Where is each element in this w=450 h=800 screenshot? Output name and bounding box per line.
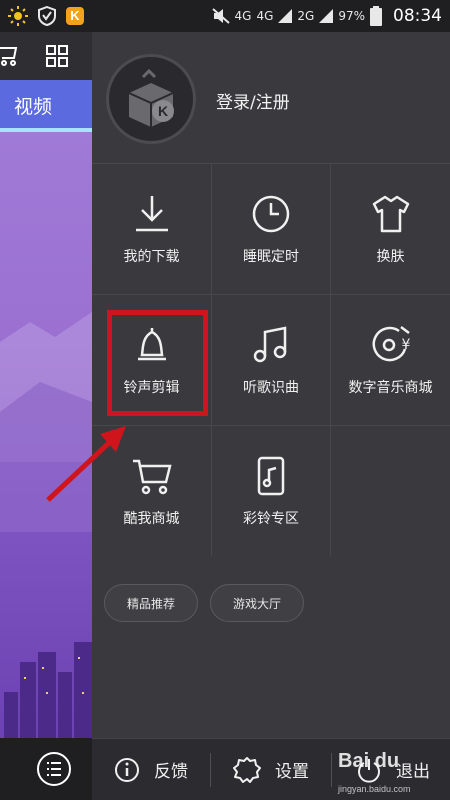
music-note-icon bbox=[253, 326, 287, 363]
baidu-watermark: Bai du jingyan.baidu.com bbox=[332, 746, 450, 800]
phone-music-icon bbox=[257, 456, 285, 496]
background-banner-art bbox=[0, 132, 92, 770]
kuwo-box-avatar-icon: K bbox=[128, 68, 174, 127]
grid-item-label: 数字音乐商城 bbox=[348, 380, 433, 396]
network-label-2: 4G bbox=[256, 9, 274, 23]
grid-item-my-downloads[interactable]: 我的下载 bbox=[92, 164, 212, 295]
grid-item-song-recognition[interactable]: 听歌识曲 bbox=[212, 295, 331, 426]
grid-empty-cell bbox=[331, 426, 450, 556]
sun-icon bbox=[8, 6, 28, 26]
background-app-pane: 视频 bbox=[0, 32, 92, 800]
grid-icon[interactable] bbox=[46, 45, 68, 67]
clock-time: 08:34 bbox=[393, 6, 442, 26]
watermark-brand: Bai du bbox=[338, 750, 400, 772]
cart-icon[interactable] bbox=[0, 44, 24, 68]
side-drawer: K 登录/注册 我的下载 睡眠定时 换肤 铃声剪辑 听歌识曲 ¥ 数字音乐商城 … bbox=[92, 32, 450, 800]
cart-icon bbox=[132, 459, 172, 495]
battery-percent: 97% bbox=[338, 9, 365, 23]
svg-text:K: K bbox=[158, 103, 168, 119]
list-menu-icon[interactable] bbox=[36, 751, 72, 787]
gear-icon bbox=[233, 756, 261, 783]
highlight-box bbox=[107, 310, 208, 416]
grid-item-digital-music-store[interactable]: ¥ 数字音乐商城 bbox=[331, 295, 450, 426]
grid-item-sleep-timer[interactable]: 睡眠定时 bbox=[212, 164, 331, 295]
clock-icon bbox=[252, 195, 290, 233]
network-label-1: 4G bbox=[234, 9, 252, 23]
background-bottom-bar bbox=[0, 738, 92, 800]
feedback-label: 反馈 bbox=[154, 762, 188, 782]
mute-icon bbox=[211, 8, 230, 24]
grid-item-label: 听歌识曲 bbox=[243, 380, 299, 396]
shirt-icon bbox=[372, 195, 409, 233]
grid-item-label: 酷我商城 bbox=[123, 511, 180, 527]
signal-icon bbox=[278, 9, 293, 23]
background-toolbar bbox=[0, 32, 92, 80]
tab-video[interactable]: 视频 bbox=[14, 92, 52, 119]
grid-item-label: 换肤 bbox=[376, 249, 405, 265]
feedback-button[interactable]: 反馈 bbox=[92, 739, 210, 800]
watermark-url: jingyan.baidu.com bbox=[338, 784, 411, 794]
profile-header: K 登录/注册 bbox=[92, 32, 450, 164]
chip-game-hall[interactable]: 游戏大厅 bbox=[210, 584, 305, 622]
svg-text:¥: ¥ bbox=[401, 337, 410, 353]
battery-icon bbox=[370, 6, 382, 26]
recommend-chips: 精品推荐 游戏大厅 bbox=[104, 584, 305, 622]
login-register-link[interactable]: 登录/注册 bbox=[216, 88, 290, 113]
grid-item-ringback-zone[interactable]: 彩铃专区 bbox=[212, 426, 331, 556]
background-tab-bar: 视频 bbox=[0, 80, 92, 132]
grid-item-label: 睡眠定时 bbox=[243, 249, 299, 265]
city-skyline-illustration bbox=[0, 312, 92, 770]
kuwo-app-icon: K bbox=[66, 7, 84, 25]
info-icon bbox=[115, 757, 139, 782]
grid-item-label: 彩铃专区 bbox=[243, 511, 299, 527]
music-store-icon: ¥ bbox=[372, 326, 410, 362]
shield-icon bbox=[38, 6, 56, 26]
grid-item-skin[interactable]: 换肤 bbox=[331, 164, 450, 295]
grid-item-kuwo-mall[interactable]: 酷我商城 bbox=[92, 426, 212, 556]
grid-item-label: 我的下载 bbox=[123, 249, 180, 265]
settings-button[interactable]: 设置 bbox=[211, 739, 331, 800]
signal-icon-2 bbox=[319, 9, 334, 23]
chip-featured[interactable]: 精品推荐 bbox=[104, 584, 199, 622]
download-icon bbox=[135, 196, 168, 232]
network-label-3: 2G bbox=[297, 9, 315, 23]
status-bar: K 4G 4G 2G 97% 08:34 bbox=[0, 0, 450, 32]
settings-label: 设置 bbox=[275, 762, 309, 782]
avatar[interactable]: K bbox=[106, 54, 196, 144]
